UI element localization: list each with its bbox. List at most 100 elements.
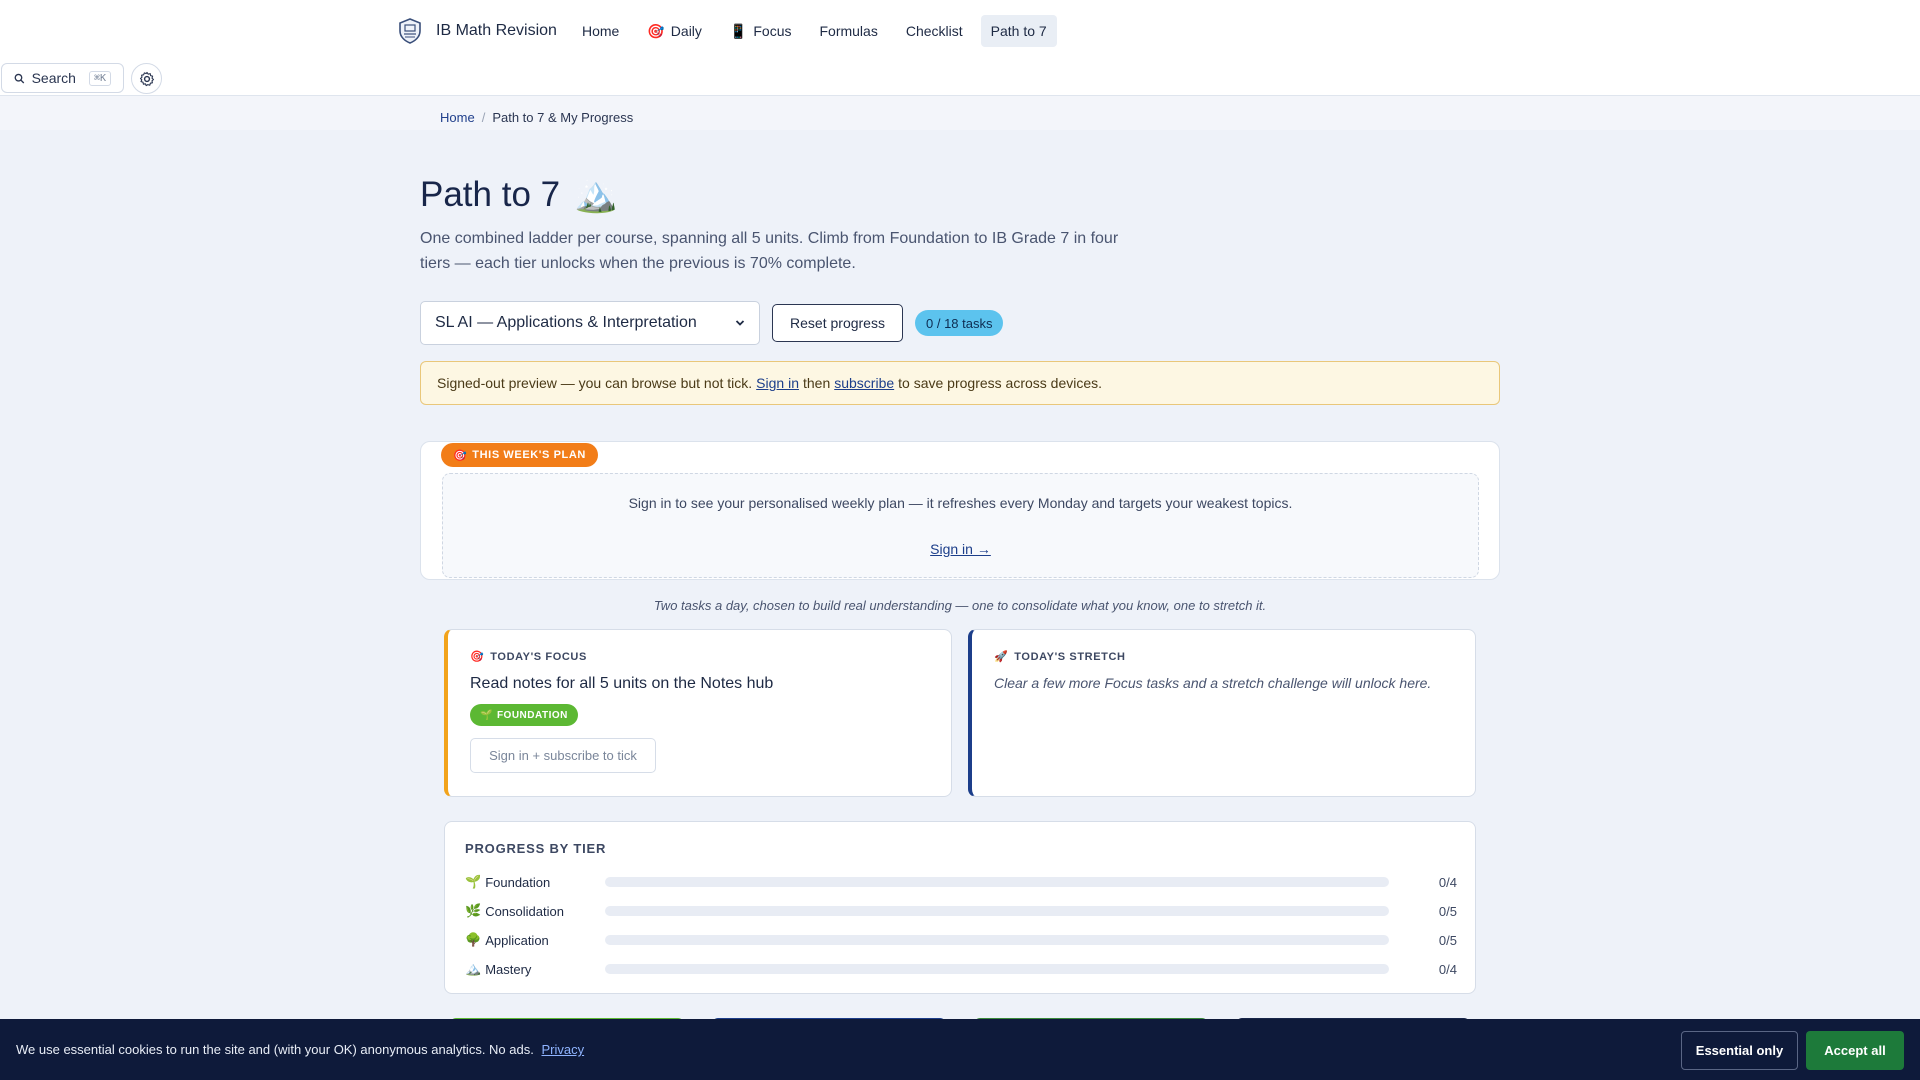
breadcrumb: Home / Path to 7 & My Progress [440,110,633,125]
reset-progress-button[interactable]: Reset progress [772,304,903,342]
stretch-card-title: 🚀 TODAY'S STRETCH [994,650,1453,664]
task-count-badge: 0 / 18 tasks [915,310,1004,336]
phone-icon: 📱 [729,22,748,39]
seedling-icon: 🌱 [465,874,482,889]
course-select[interactable]: SL AI — Applications & Interpretation [420,301,760,345]
target-icon: 🎯 [453,449,468,462]
todays-stretch-card: 🚀 TODAY'S STRETCH Clear a few more Focus… [968,629,1476,797]
tier-row-application: 🌳 Application 0/5 [465,930,1457,950]
chevron-down-icon [735,320,745,326]
stretch-card-message: Clear a few more Focus tasks and a stret… [994,675,1432,691]
tier-progress-bar [605,877,1389,887]
herb-icon: 🌿 [465,903,482,918]
tier-progress-bar [605,935,1389,945]
tier-label: 🌱 Foundation [465,874,605,890]
nav-daily-label: Daily [670,23,702,39]
gear-icon [139,71,154,86]
focus-card-title: 🎯 TODAY'S FOCUS [470,650,929,664]
breadcrumb-separator: / [481,110,486,125]
tier-name: Consolidation [485,903,564,919]
todays-focus-card: 🎯 TODAY'S FOCUS Read notes for all 5 uni… [444,629,952,797]
tier-pill-label: FOUNDATION [496,709,568,721]
settings-button[interactable] [131,63,162,94]
nav-formulas-label: Formulas [819,23,878,39]
tier-label: 🌳 Application [465,932,605,948]
breadcrumb-bar: Home / Path to 7 & My Progress [0,96,1920,130]
breadcrumb-home[interactable]: Home [440,110,475,125]
nav-formulas[interactable]: Formulas [809,15,887,47]
page-title-text: Path to 7 [420,174,561,214]
search-shortcut: ⌘K [88,70,111,86]
top-bar: IB Math Revision Home 🎯 Daily 📱 Focus Fo… [0,0,1920,96]
mountain-icon: 🏔️ [574,175,618,214]
focus-task-text: Read notes for all 5 units on the Notes … [470,675,774,692]
nav-focus[interactable]: 📱 Focus [720,15,802,48]
nav-home[interactable]: Home [572,15,629,47]
essential-only-button[interactable]: Essential only [1681,1031,1798,1070]
notice-sign-in-link[interactable]: Sign in [756,375,799,391]
foundation-tier-pill: 🌱 FOUNDATION [470,704,578,726]
tier-count: 0/4 [1438,874,1457,890]
tier-count: 0/4 [1438,961,1457,977]
cookie-message: We use essential cookies to run the site… [16,1042,534,1057]
tier-label: 🏔️ Mastery [465,961,605,977]
target-icon: 🎯 [470,651,485,663]
notice-prefix: Signed-out preview — you can browse but … [437,375,753,391]
tier-row-consolidation: 🌿 Consolidation 0/5 [465,901,1457,921]
signed-out-notice: Signed-out preview — you can browse but … [420,361,1500,405]
nav-path-to-7[interactable]: Path to 7 [980,15,1057,47]
course-select-value: SL AI — Applications & Interpretation [435,314,697,331]
weekly-plan-message: Sign in to see your personalised weekly … [628,495,1293,511]
tier-count: 0/5 [1438,932,1457,948]
brand-name: IB Math Revision [436,22,557,39]
rocket-icon: 🚀 [994,651,1009,663]
nav-focus-label: Focus [753,23,792,39]
tier-name: Application [485,932,549,948]
tier-name: Foundation [485,874,551,890]
weekly-plan-sign-in-link[interactable]: Sign in → [930,541,991,557]
daily-tasks-tagline: Two tasks a day, chosen to build real un… [653,598,1267,613]
main-nav: Home 🎯 Daily 📱 Focus Formulas Checklist … [572,14,1057,48]
privacy-link[interactable]: Privacy [541,1042,584,1057]
nav-checklist[interactable]: Checklist [896,15,973,47]
stretch-card-title-label: TODAY'S STRETCH [1014,650,1126,663]
target-icon: 🎯 [647,22,665,39]
cookie-text: We use essential cookies to run the site… [16,1042,584,1057]
mountain-icon: 🏔️ [465,961,482,976]
seedling-icon: 🌱 [480,709,493,721]
tier-label: 🌿 Consolidation [465,903,605,919]
weekly-plan-placeholder: Sign in to see your personalised weekly … [442,473,1479,578]
tree-icon: 🌳 [465,932,482,947]
controls-row: SL AI — Applications & Interpretation Re… [420,301,1004,345]
tier-row-mastery: 🏔️ Mastery 0/4 [465,959,1457,979]
focus-card-title-label: TODAY'S FOCUS [490,650,587,663]
tier-name: Mastery [485,961,532,977]
page-subtitle: One combined ladder per course, spanning… [420,230,1119,272]
sign-in-to-tick-button[interactable]: Sign in + subscribe to tick [470,738,656,773]
notice-suffix: to save progress across devices. [898,375,1103,391]
notice-middle: then [802,375,831,391]
page-title: Path to 7 🏔️ [420,174,618,215]
tier-progress-bar [605,906,1389,916]
progress-by-tier-card: PROGRESS BY TIER 🌱 Foundation 0/4 🌿 Cons… [444,821,1476,994]
search-button[interactable]: Search ⌘K [1,63,124,93]
brand[interactable]: IB Math Revision [396,16,557,46]
breadcrumb-current: Path to 7 & My Progress [492,110,634,125]
tier-progress-bar [605,964,1389,974]
nav-checklist-label: Checklist [905,23,963,39]
weekly-plan-tag: 🎯 THIS WEEK'S PLAN [441,443,598,467]
nav-home-label: Home [582,23,620,39]
weekly-plan-card: 🎯 THIS WEEK'S PLAN Sign in to see your p… [420,441,1500,580]
accept-all-button[interactable]: Accept all [1806,1031,1904,1070]
tier-row-foundation: 🌱 Foundation 0/4 [465,872,1457,892]
weekly-plan-tag-label: THIS WEEK'S PLAN [472,449,586,461]
search-icon [14,73,25,83]
shield-logo-icon [399,18,421,44]
nav-daily[interactable]: 🎯 Daily [637,15,712,48]
notice-subscribe-link[interactable]: subscribe [834,375,894,391]
nav-path-to-7-label: Path to 7 [990,23,1047,39]
tier-count: 0/5 [1438,903,1457,919]
search-label: Search [31,70,76,86]
cookie-banner: We use essential cookies to run the site… [0,1019,1920,1080]
progress-title: PROGRESS BY TIER [465,841,607,856]
